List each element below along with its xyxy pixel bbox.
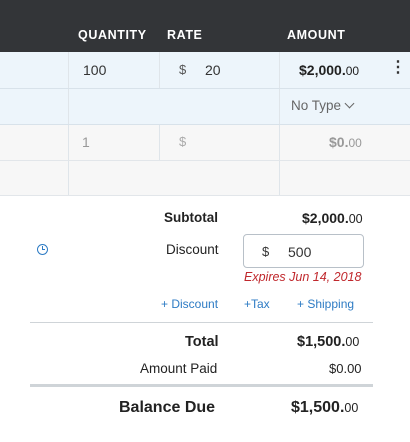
column-divider	[279, 125, 280, 160]
discount-input[interactable]	[288, 242, 358, 262]
new-item-row: 1 $ $0.00	[0, 125, 410, 161]
add-tax-link[interactable]: +Tax	[244, 297, 270, 311]
column-divider	[279, 52, 280, 88]
type-dropdown-label: No Type	[291, 98, 342, 113]
column-divider	[68, 125, 69, 160]
rate-currency-symbol: $	[179, 62, 187, 77]
column-header-amount: AMOUNT	[287, 28, 346, 42]
discount-label: Discount	[166, 242, 219, 257]
column-divider	[68, 161, 69, 195]
kebab-icon[interactable]: ⋮	[390, 60, 406, 76]
amount-paid-label: Amount Paid	[140, 361, 218, 376]
column-divider	[68, 52, 69, 88]
new-line-amount: $0.00	[329, 134, 362, 150]
subtotal-value: $2,000.00	[302, 210, 363, 226]
new-item-detail-row	[0, 161, 410, 196]
chevron-down-icon	[344, 98, 355, 109]
column-header-rate: RATE	[167, 28, 203, 42]
total-value-cents: 00	[345, 335, 360, 349]
column-divider	[68, 89, 69, 124]
subtotal-value-main: $2,000.	[302, 210, 349, 226]
column-divider	[159, 52, 160, 88]
subtotal-value-cents: 00	[348, 212, 363, 226]
amount-paid-value: $0.00	[329, 361, 362, 376]
line-amount-cents: 00	[345, 64, 360, 78]
add-discount-link[interactable]: + Discount	[161, 297, 218, 311]
balance-due-value: $1,500.00	[291, 399, 358, 417]
subtotal-label: Subtotal	[164, 210, 218, 225]
total-label: Total	[185, 334, 219, 350]
new-line-amount-cents: 00	[348, 136, 362, 150]
expiration-notice: Expires Jun 14, 2018	[244, 270, 362, 284]
type-row: No Type	[0, 89, 410, 125]
line-amount-main: $2,000.	[299, 62, 346, 78]
clock-icon[interactable]	[37, 244, 48, 255]
new-line-amount-main: $0.	[329, 134, 349, 150]
table-header: QUANTITY RATE AMOUNT	[0, 0, 410, 52]
balance-due-value-main: $1,500.	[291, 399, 345, 416]
add-shipping-link[interactable]: + Shipping	[297, 297, 354, 311]
total-value-main: $1,500.	[297, 334, 346, 350]
new-rate-field[interactable]: $	[179, 134, 186, 149]
column-divider	[279, 89, 280, 124]
column-divider	[279, 161, 280, 195]
type-dropdown[interactable]: No Type	[291, 98, 355, 113]
line-amount: $2,000.00	[299, 62, 359, 78]
summary-divider	[30, 322, 373, 323]
new-quantity-field[interactable]: 1	[82, 134, 90, 150]
column-header-quantity: QUANTITY	[78, 28, 147, 42]
balance-due-value-cents: 00	[344, 401, 359, 415]
column-divider	[159, 125, 160, 160]
discount-input-box[interactable]: $	[243, 234, 364, 268]
discount-currency-symbol: $	[262, 244, 270, 259]
balance-due-label: Balance Due	[119, 399, 216, 416]
quantity-field[interactable]: 100	[83, 62, 106, 78]
line-item-row: 100 $ 20 $2,000.00 ⋮	[0, 52, 410, 89]
rate-field[interactable]: 20	[205, 62, 221, 78]
total-value: $1,500.00	[297, 334, 359, 350]
balance-divider	[30, 384, 373, 387]
